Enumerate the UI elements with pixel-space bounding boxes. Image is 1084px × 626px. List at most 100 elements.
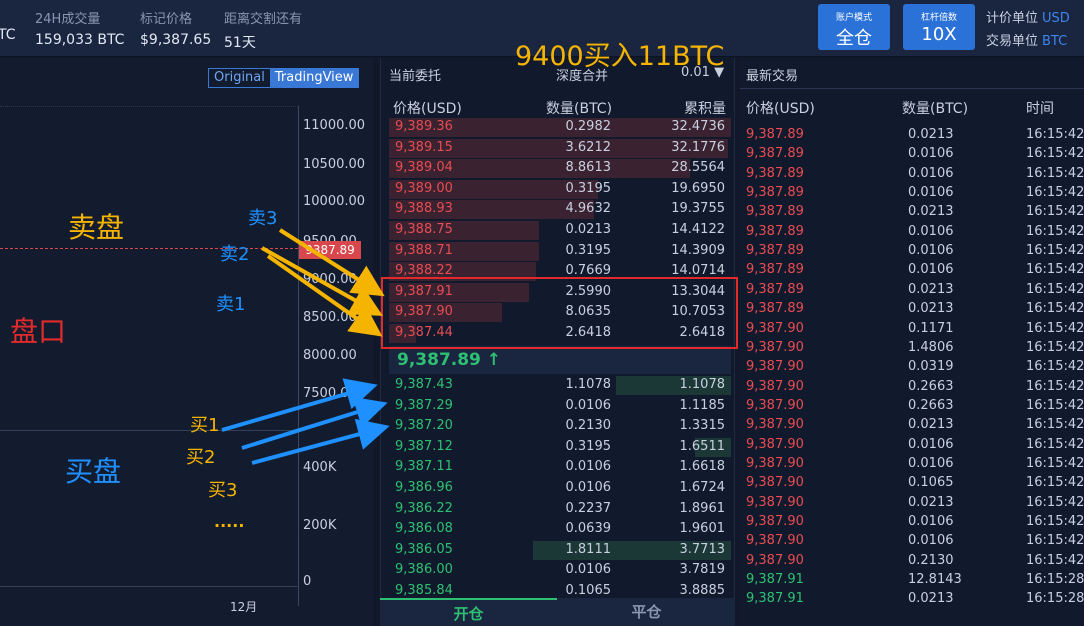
price-tick: 8500.00 <box>303 310 357 325</box>
ask-total: 14.3909 <box>671 242 725 258</box>
trade-price: 9,387.89 <box>746 262 804 278</box>
bid-row[interactable]: 9,387.12 0.3195 1.6511 <box>389 437 731 457</box>
buy-side-annotation: 买盘 <box>65 455 122 488</box>
trade-time: 16:15:42 <box>1026 533 1084 549</box>
bid-row[interactable]: 9,387.29 0.0106 1.1185 <box>389 397 731 416</box>
trade-unit-label: 交易单位 <box>986 34 1039 49</box>
volume-tick: 400K <box>303 460 337 475</box>
trade-qty: 0.2663 <box>908 397 954 413</box>
bid-price: 9,386.96 <box>395 480 453 495</box>
trade-price: 9,387.90 <box>746 494 804 510</box>
ask-price: 9,388.71 <box>395 242 453 258</box>
stat-value: 51天 <box>224 35 256 51</box>
tab-open-position[interactable]: 开仓 <box>380 598 557 626</box>
last-price: 9,387.89 ↑ <box>397 350 502 370</box>
trades-col-price: 价格(USD) <box>746 101 815 117</box>
ask-row[interactable]: 9,389.00 0.3195 19.6950 <box>389 179 731 199</box>
current-price-line <box>0 248 298 249</box>
ask-row[interactable]: 9,388.75 0.0213 14.4122 <box>389 221 731 240</box>
trade-row: 9,387.90 0.2130 16:15:42 <box>746 552 1084 571</box>
bid-price: 9,387.20 <box>395 418 453 434</box>
trade-qty: 0.0106 <box>908 223 954 239</box>
trade-time: 16:15:42 <box>1026 436 1084 452</box>
last-price-bar: 9,387.89 ↑ <box>389 346 731 374</box>
trade-row: 9,387.89 0.0106 16:15:42 <box>746 165 1084 184</box>
trade-time: 16:15:42 <box>1026 552 1084 568</box>
price-tick: 7500.00 <box>303 386 357 401</box>
trade-price: 9,387.91 <box>746 572 804 588</box>
trade-qty: 0.1171 <box>908 320 954 336</box>
ask-price: 9,389.04 <box>395 160 453 176</box>
bid-row[interactable]: 9,386.96 0.0106 1.6724 <box>389 479 731 498</box>
trade-row: 9,387.89 0.0213 16:15:42 <box>746 126 1084 145</box>
ask-row[interactable]: 9,389.04 8.8613 28.5564 <box>389 159 731 179</box>
trade-qty: 0.0106 <box>908 436 954 452</box>
pricing-unit[interactable]: 计价单位 USD <box>986 7 1070 26</box>
bid-qty: 0.0106 <box>565 459 612 475</box>
trade-price: 9,387.90 <box>746 533 804 549</box>
trade-row: 9,387.89 0.0106 16:15:42 <box>746 184 1084 203</box>
bid-qty: 0.0106 <box>565 562 612 578</box>
bid-row[interactable]: 9,386.08 0.0639 1.9601 <box>389 520 731 539</box>
trade-row: 9,387.90 0.0106 16:15:42 <box>746 455 1084 474</box>
trade-price: 9,387.90 <box>746 436 804 452</box>
pricing-unit-label: 计价单位 <box>986 11 1039 26</box>
stat-label: 标记价格 <box>140 12 193 27</box>
more-annotation: ..... <box>214 512 245 531</box>
view-original-tab[interactable]: Original <box>209 69 270 87</box>
bid-row[interactable]: 9,387.20 0.2130 1.3315 <box>389 417 731 436</box>
bid-row[interactable]: 9,387.11 0.0106 1.6618 <box>389 458 731 477</box>
leverage-button[interactable]: 杠杆倍数 10X <box>903 4 975 50</box>
tab-close-position[interactable]: 平仓 <box>558 598 735 626</box>
trade-qty: 0.0106 <box>908 262 954 278</box>
latest-trades-panel: 最新交易 价格(USD) 数量(BTC) 时间 9,387.89 0.0213 16… <box>740 58 1084 626</box>
trade-qty: 0.0106 <box>908 243 954 259</box>
trade-time: 16:15:42 <box>1026 204 1084 220</box>
trade-price: 9,387.89 <box>746 301 804 317</box>
sell3-label: 卖3 <box>248 208 278 229</box>
view-tradingview-tab[interactable]: TradingView <box>269 69 359 87</box>
bid-row[interactable]: 9,386.22 0.2237 1.8961 <box>389 500 731 519</box>
ask-price: 9,388.22 <box>395 263 453 279</box>
trade-time: 16:15:42 <box>1026 127 1084 142</box>
volume-tick: 200K <box>303 518 337 533</box>
ask-total: 32.1776 <box>671 139 725 155</box>
price-tick: 9000.00 <box>303 272 357 287</box>
trade-price: 9,387.90 <box>746 514 804 529</box>
price-tick: 8000.00 <box>303 348 357 363</box>
volume-tick: 0 <box>303 574 312 589</box>
ask-row[interactable]: 9,389.15 3.6212 32.1776 <box>389 138 731 158</box>
ask-price: 9,388.93 <box>395 201 453 217</box>
account-mode-label: 账户模式 <box>835 13 872 23</box>
trade-time: 16:15:28 <box>1026 572 1084 588</box>
trade-time: 16:15:42 <box>1026 262 1084 278</box>
ask-row[interactable]: 9,389.36 0.2982 32.4736 <box>389 118 731 137</box>
trade-row: 9,387.90 1.4806 16:15:42 <box>746 339 1084 358</box>
ask-qty: 4.9632 <box>565 201 612 217</box>
bid-total: 1.6618 <box>679 459 726 475</box>
ask-price: 9,389.15 <box>395 139 453 155</box>
ask-row[interactable]: 9,388.71 0.3195 14.3909 <box>389 241 731 261</box>
trade-time: 16:15:42 <box>1026 359 1084 375</box>
buy3-label: 买3 <box>208 480 238 501</box>
trade-qty: 0.0106 <box>908 165 954 181</box>
ask-qty: 8.8613 <box>565 160 612 176</box>
trade-row: 9,387.91 12.8143 16:15:28 <box>746 571 1084 590</box>
bid-row[interactable]: 9,387.43 1.1078 1.1078 <box>389 376 731 395</box>
order-book-annotation: 盘口 <box>10 315 67 348</box>
account-mode-button[interactable]: 账户模式 全仓 <box>818 4 890 50</box>
trade-unit[interactable]: 交易单位 BTC <box>986 30 1067 49</box>
trade-time: 16:15:42 <box>1026 417 1084 433</box>
ask-total: 14.4122 <box>671 222 725 237</box>
bid-row[interactable]: 9,386.00 0.0106 3.7819 <box>389 561 731 580</box>
ask-row[interactable]: 9,388.93 4.9632 19.3755 <box>389 200 731 220</box>
market-stat: TC <box>0 8 16 43</box>
stat-label <box>0 8 16 22</box>
ask-total: 19.6950 <box>671 180 725 196</box>
bid-qty: 0.1065 <box>565 583 612 598</box>
trade-row: 9,387.90 0.0106 16:15:42 <box>746 513 1084 532</box>
trade-price: 9,387.89 <box>746 127 804 142</box>
account-mode-value: 全仓 <box>836 28 872 49</box>
bid-row[interactable]: 9,386.05 1.8111 3.7713 <box>389 540 731 560</box>
leverage-label: 杠杆倍数 <box>920 13 957 23</box>
